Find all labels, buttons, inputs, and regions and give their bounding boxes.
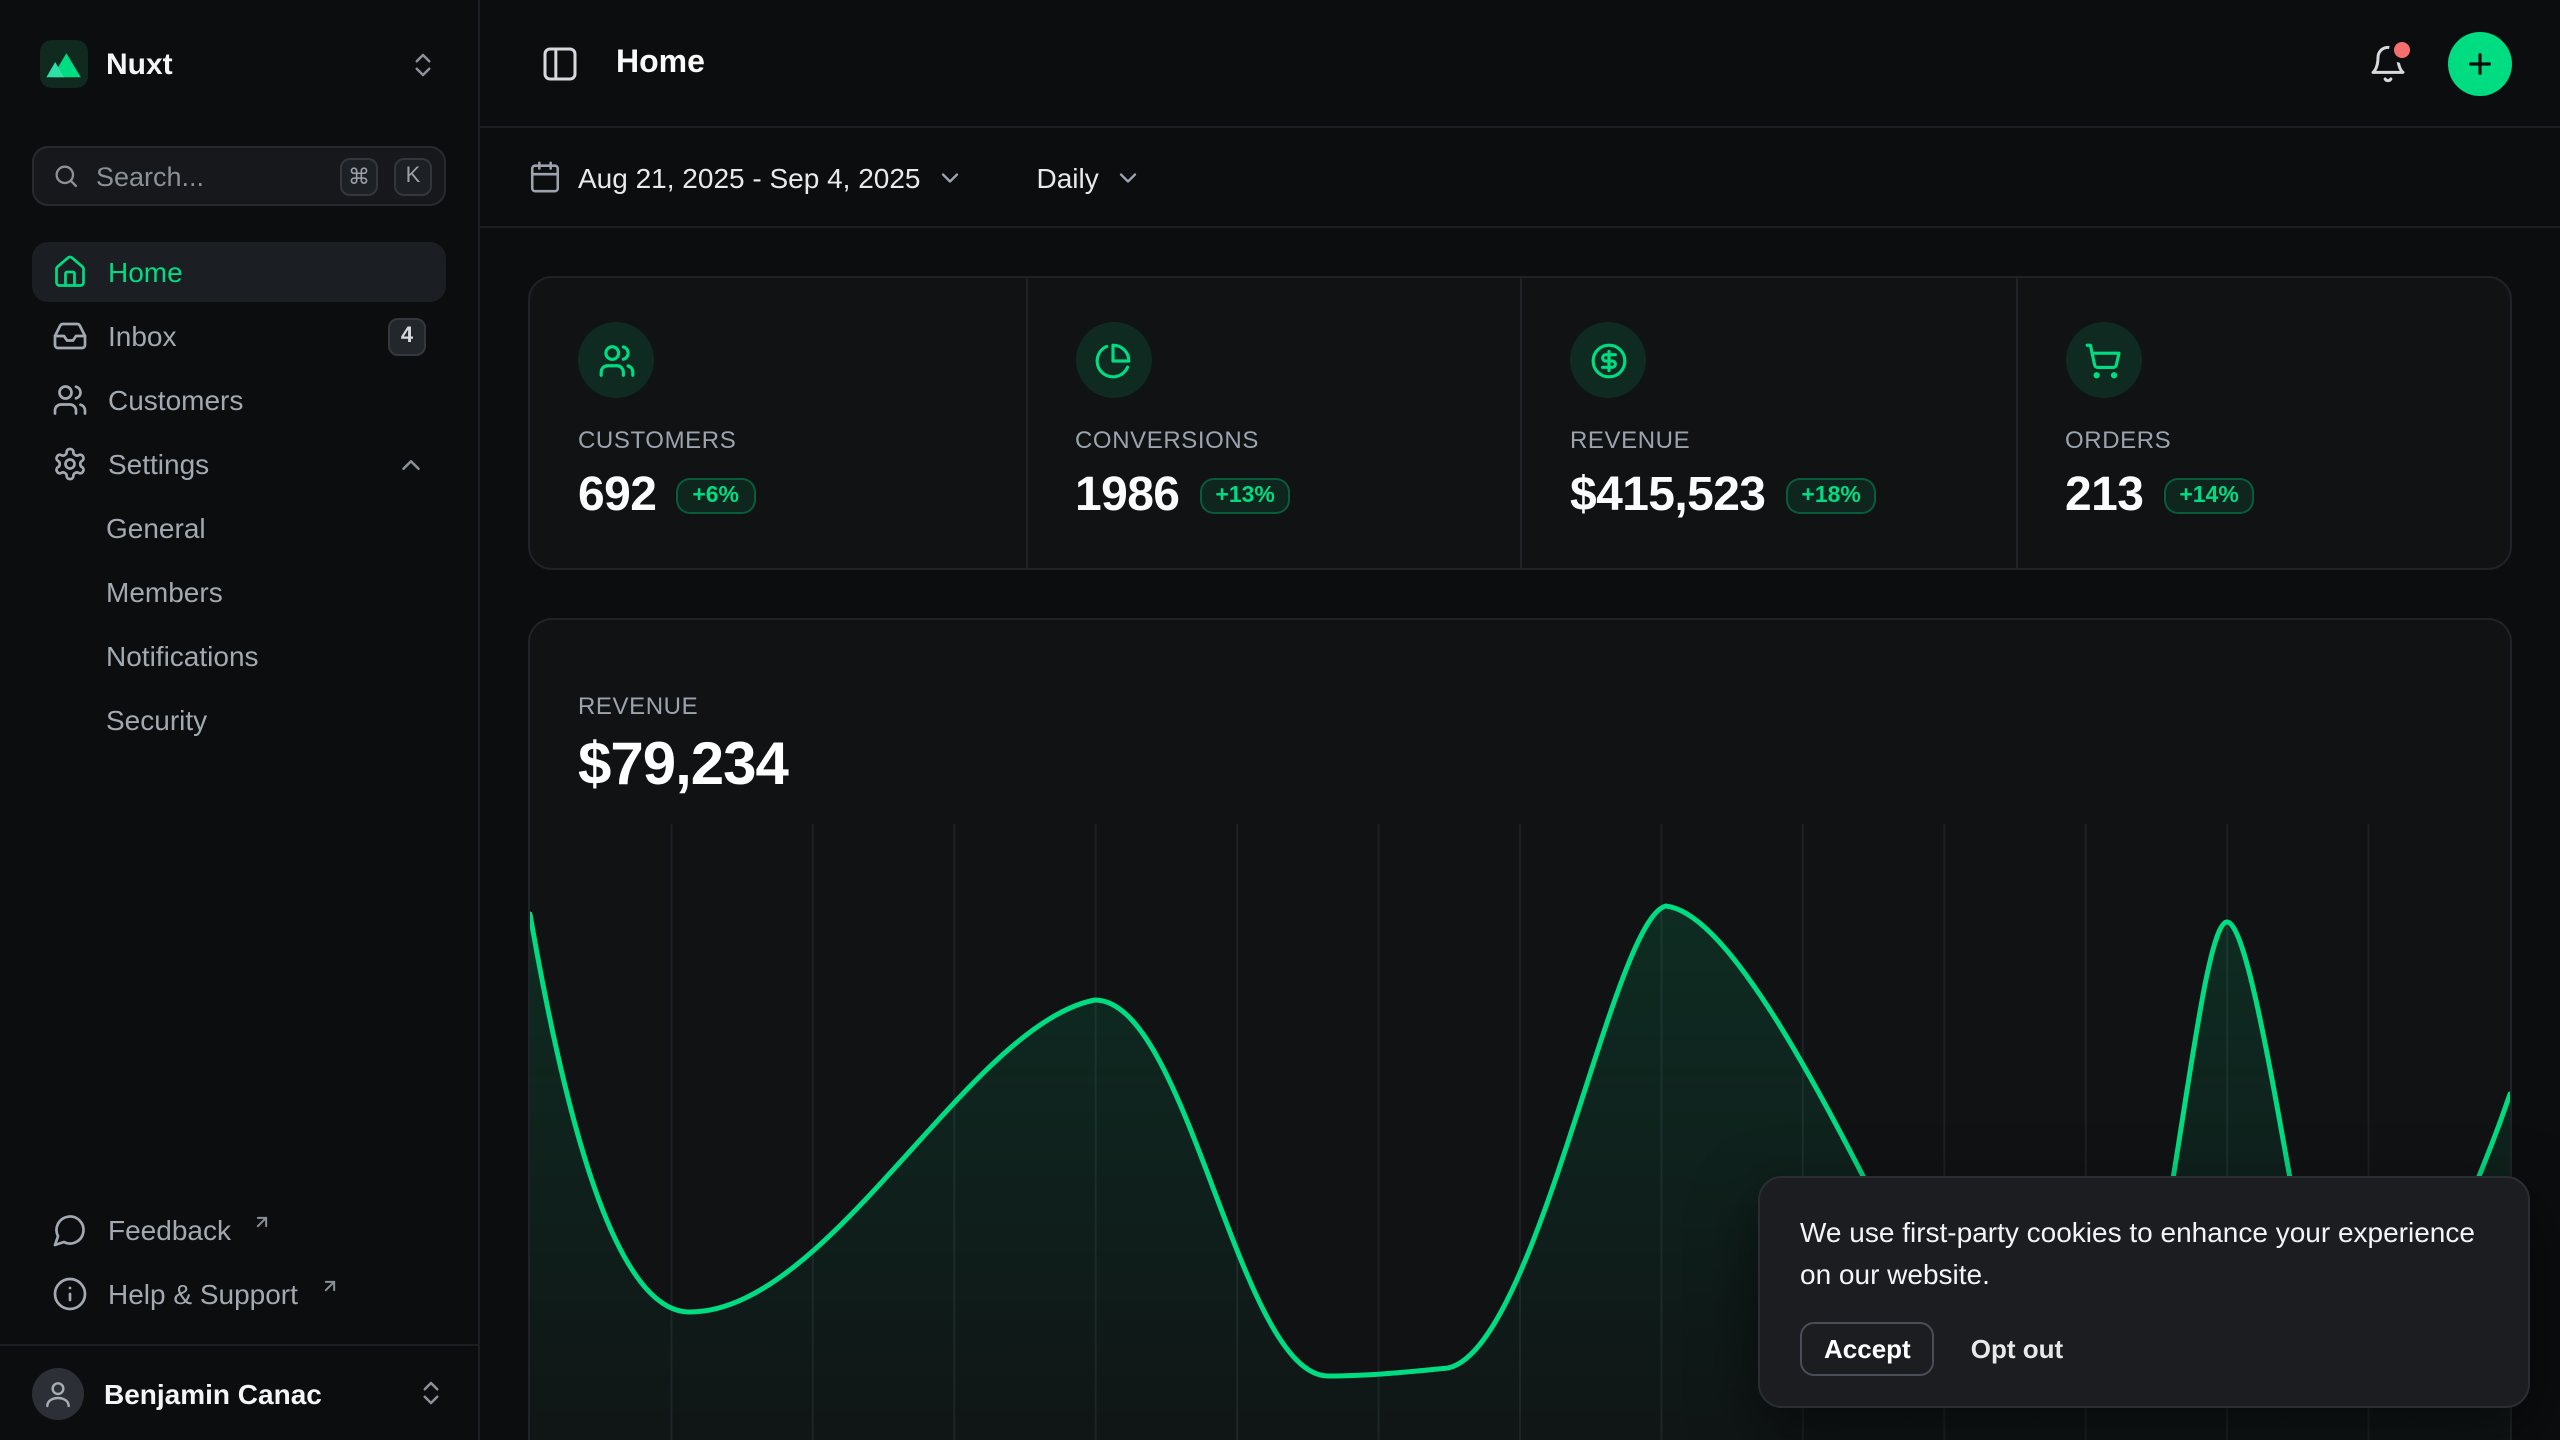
workspace-switcher[interactable]: Nuxt	[32, 24, 446, 104]
sidebar-item-home[interactable]: Home	[32, 242, 446, 302]
users-icon	[578, 322, 654, 398]
cookie-message: We use first-party cookies to enhance yo…	[1800, 1211, 2488, 1298]
sidebar-item-help-support[interactable]: Help & Support	[32, 1264, 446, 1324]
stat-label: CUSTOMERS	[578, 426, 977, 454]
sidebar-item-notifications[interactable]: Notifications	[32, 626, 446, 686]
stats-row: CUSTOMERS 692 +6% CONVERSIONS 1986	[528, 276, 2512, 570]
chevron-down-icon	[937, 163, 965, 191]
panel-left-icon	[540, 43, 580, 83]
home-icon	[52, 254, 88, 290]
chevron-down-icon	[1115, 163, 1143, 191]
sidebar-item-inbox[interactable]: Inbox 4	[32, 306, 446, 366]
stat-value: 1986	[1075, 468, 1179, 524]
sidebar-item-label: Feedback	[108, 1214, 231, 1246]
inbox-count-badge: 4	[388, 317, 426, 355]
stat-card-conversions[interactable]: CONVERSIONS 1986 +13%	[1025, 278, 1520, 568]
chevrons-up-down-icon	[408, 49, 438, 79]
stat-delta-badge: +18%	[1785, 478, 1876, 514]
external-link-icon	[320, 1276, 340, 1296]
users-icon	[52, 382, 88, 418]
workspace-name: Nuxt	[106, 47, 173, 81]
stat-delta-badge: +13%	[1199, 478, 1290, 514]
revenue-chart-label: REVENUE	[578, 692, 2462, 720]
search-input[interactable]	[96, 161, 324, 191]
sidebar-item-label: Notifications	[106, 640, 259, 672]
date-range-picker[interactable]: Aug 21, 2025 - Sep 4, 2025	[528, 160, 965, 194]
kbd-k: K	[394, 157, 432, 195]
calendar-icon	[528, 160, 562, 194]
header: Home	[480, 0, 2560, 128]
plus-icon	[2464, 47, 2496, 79]
revenue-chart-value: $79,234	[578, 732, 2462, 800]
cookie-accept-button[interactable]: Accept	[1800, 1322, 1935, 1376]
gear-icon	[52, 446, 88, 482]
date-range-label: Aug 21, 2025 - Sep 4, 2025	[578, 161, 921, 193]
filter-toolbar: Aug 21, 2025 - Sep 4, 2025 Daily	[480, 128, 2560, 228]
sidebar-item-label: Inbox	[108, 320, 177, 352]
granularity-select[interactable]: Daily	[1037, 161, 1143, 193]
dollar-circle-icon	[1570, 322, 1646, 398]
sidebar-item-security[interactable]: Security	[32, 690, 446, 750]
chevrons-up-down-icon	[416, 1378, 446, 1408]
stat-value: $415,523	[1570, 468, 1765, 524]
sidebar: Nuxt ⌘ K	[0, 0, 480, 1440]
sidebar-item-members[interactable]: Members	[32, 562, 446, 622]
sidebar-item-settings[interactable]: Settings	[32, 434, 446, 494]
stat-value: 692	[578, 468, 656, 524]
sidebar-nav: Home Inbox 4 Customers	[32, 242, 446, 750]
page-title: Home	[616, 45, 705, 81]
stat-delta-badge: +14%	[2163, 478, 2254, 514]
message-bubble-icon	[52, 1212, 88, 1248]
chevron-up-icon	[396, 449, 426, 479]
granularity-label: Daily	[1037, 161, 1099, 193]
sidebar-item-label: Members	[106, 576, 223, 608]
stat-card-orders[interactable]: ORDERS 213 +14%	[2015, 278, 2510, 568]
stat-label: CONVERSIONS	[1075, 426, 1472, 454]
nuxt-logo-icon	[40, 40, 88, 88]
shopping-cart-icon	[2065, 322, 2141, 398]
sidebar-item-label: Help & Support	[108, 1278, 298, 1310]
user-name: Benjamin Canac	[104, 1377, 322, 1409]
sidebar-item-customers[interactable]: Customers	[32, 370, 446, 430]
sidebar-item-label: General	[106, 512, 206, 544]
notification-dot	[2394, 41, 2410, 57]
sidebar-item-label: Customers	[108, 384, 243, 416]
stat-card-revenue[interactable]: REVENUE $415,523 +18%	[1520, 278, 2015, 568]
user-menu[interactable]: Benjamin Canac	[0, 1344, 478, 1440]
stat-delta-badge: +6%	[676, 478, 755, 514]
sidebar-item-label: Security	[106, 704, 207, 736]
add-button[interactable]	[2448, 31, 2512, 95]
stat-card-customers[interactable]: CUSTOMERS 692 +6%	[530, 278, 1025, 568]
external-link-icon	[253, 1212, 273, 1232]
avatar	[32, 1367, 84, 1419]
stat-value: 213	[2065, 468, 2143, 524]
search-icon	[52, 162, 80, 190]
sidebar-footer: Feedback Help & Support	[32, 1200, 446, 1328]
pie-chart-icon	[1075, 322, 1151, 398]
inbox-icon	[52, 318, 88, 354]
cookie-banner: We use first-party cookies to enhance yo…	[1758, 1175, 2530, 1408]
sidebar-item-general[interactable]: General	[32, 498, 446, 558]
sidebar-toggle-button[interactable]	[528, 31, 592, 95]
sidebar-item-feedback[interactable]: Feedback	[32, 1200, 446, 1260]
info-circle-icon	[52, 1276, 88, 1312]
stat-label: REVENUE	[1570, 426, 1967, 454]
cookie-optout-button[interactable]: Opt out	[1971, 1334, 2063, 1364]
sidebar-item-label: Home	[108, 256, 183, 288]
search-box[interactable]: ⌘ K	[32, 146, 446, 206]
notifications-button[interactable]	[2356, 31, 2420, 95]
kbd-meta: ⌘	[340, 157, 378, 195]
sidebar-item-label: Settings	[108, 448, 209, 480]
stat-label: ORDERS	[2065, 426, 2462, 454]
